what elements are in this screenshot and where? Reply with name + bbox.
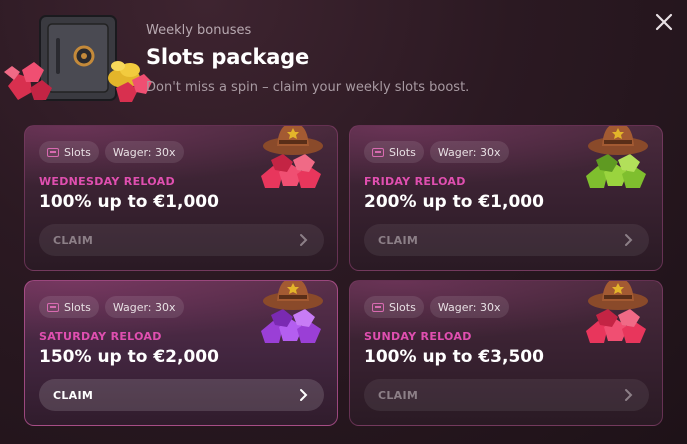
- chevron-right-icon: [300, 389, 308, 401]
- tag-wager: Wager: 30x: [104, 141, 184, 163]
- tag-game-label: Slots: [64, 300, 91, 314]
- cowboy-hat-gems-image: [586, 126, 648, 188]
- claim-label: CLAIM: [378, 388, 419, 402]
- bonus-card-sunday: Slots Wager: 30x SUNDAY RELOAD 100% up t…: [349, 280, 663, 426]
- slot-machine-icon: [47, 147, 59, 157]
- tag-game-label: Slots: [389, 145, 416, 159]
- tag-game: Slots: [39, 296, 99, 318]
- reload-label: WEDNESDAY RELOAD: [39, 175, 175, 188]
- tag-wager-label: Wager: 30x: [437, 145, 501, 159]
- card-tags: Slots Wager: 30x: [364, 141, 509, 163]
- bonus-card-saturday: Slots Wager: 30x SATURDAY RELOAD 150% up…: [24, 280, 338, 426]
- tag-wager: Wager: 30x: [429, 296, 509, 318]
- claim-button[interactable]: CLAIM: [364, 379, 649, 411]
- tag-game: Slots: [364, 296, 424, 318]
- tag-wager-label: Wager: 30x: [112, 300, 176, 314]
- offer-amount: 100% up to €3,500: [364, 347, 544, 367]
- header-subtitle: Don't miss a spin – claim your weekly sl…: [146, 80, 470, 95]
- safe-with-gems-image: [4, 15, 152, 102]
- card-tags: Slots Wager: 30x: [39, 141, 184, 163]
- reload-label: FRIDAY RELOAD: [364, 175, 466, 188]
- claim-label: CLAIM: [53, 388, 94, 402]
- bonus-card-friday: Slots Wager: 30x FRIDAY RELOAD 200% up t…: [349, 125, 663, 271]
- reload-label: SUNDAY RELOAD: [364, 330, 472, 343]
- bonus-card-wednesday: Slots Wager: 30x WEDNESDAY RELOAD 100% u…: [24, 125, 338, 271]
- card-tags: Slots Wager: 30x: [39, 296, 184, 318]
- tag-game: Slots: [39, 141, 99, 163]
- offer-amount: 100% up to €1,000: [39, 192, 219, 212]
- tag-game: Slots: [364, 141, 424, 163]
- slot-machine-icon: [372, 147, 384, 157]
- claim-label: CLAIM: [378, 233, 419, 247]
- slot-machine-icon: [47, 302, 59, 312]
- tag-wager: Wager: 30x: [429, 141, 509, 163]
- cowboy-hat-gems-image: [261, 281, 323, 343]
- claim-button[interactable]: CLAIM: [39, 224, 324, 256]
- claim-label: CLAIM: [53, 233, 94, 247]
- header-eyebrow: Weekly bonuses: [146, 23, 252, 38]
- claim-button[interactable]: CLAIM: [364, 224, 649, 256]
- reload-label: SATURDAY RELOAD: [39, 330, 162, 343]
- chevron-right-icon: [300, 234, 308, 246]
- cowboy-hat-gems-image: [261, 126, 323, 188]
- slot-machine-icon: [372, 302, 384, 312]
- chevron-right-icon: [625, 389, 633, 401]
- offer-amount: 200% up to €1,000: [364, 192, 544, 212]
- claim-button[interactable]: CLAIM: [39, 379, 324, 411]
- tag-wager-label: Wager: 30x: [112, 145, 176, 159]
- card-tags: Slots Wager: 30x: [364, 296, 509, 318]
- weekly-bonuses-modal: Weekly bonuses Slots package Don't miss …: [0, 0, 687, 444]
- cowboy-hat-gems-image: [586, 281, 648, 343]
- tag-wager-label: Wager: 30x: [437, 300, 501, 314]
- page-title: Slots package: [146, 45, 310, 69]
- close-icon[interactable]: [653, 13, 675, 35]
- tag-game-label: Slots: [64, 145, 91, 159]
- offer-amount: 150% up to €2,000: [39, 347, 219, 367]
- tag-game-label: Slots: [389, 300, 416, 314]
- tag-wager: Wager: 30x: [104, 296, 184, 318]
- chevron-right-icon: [625, 234, 633, 246]
